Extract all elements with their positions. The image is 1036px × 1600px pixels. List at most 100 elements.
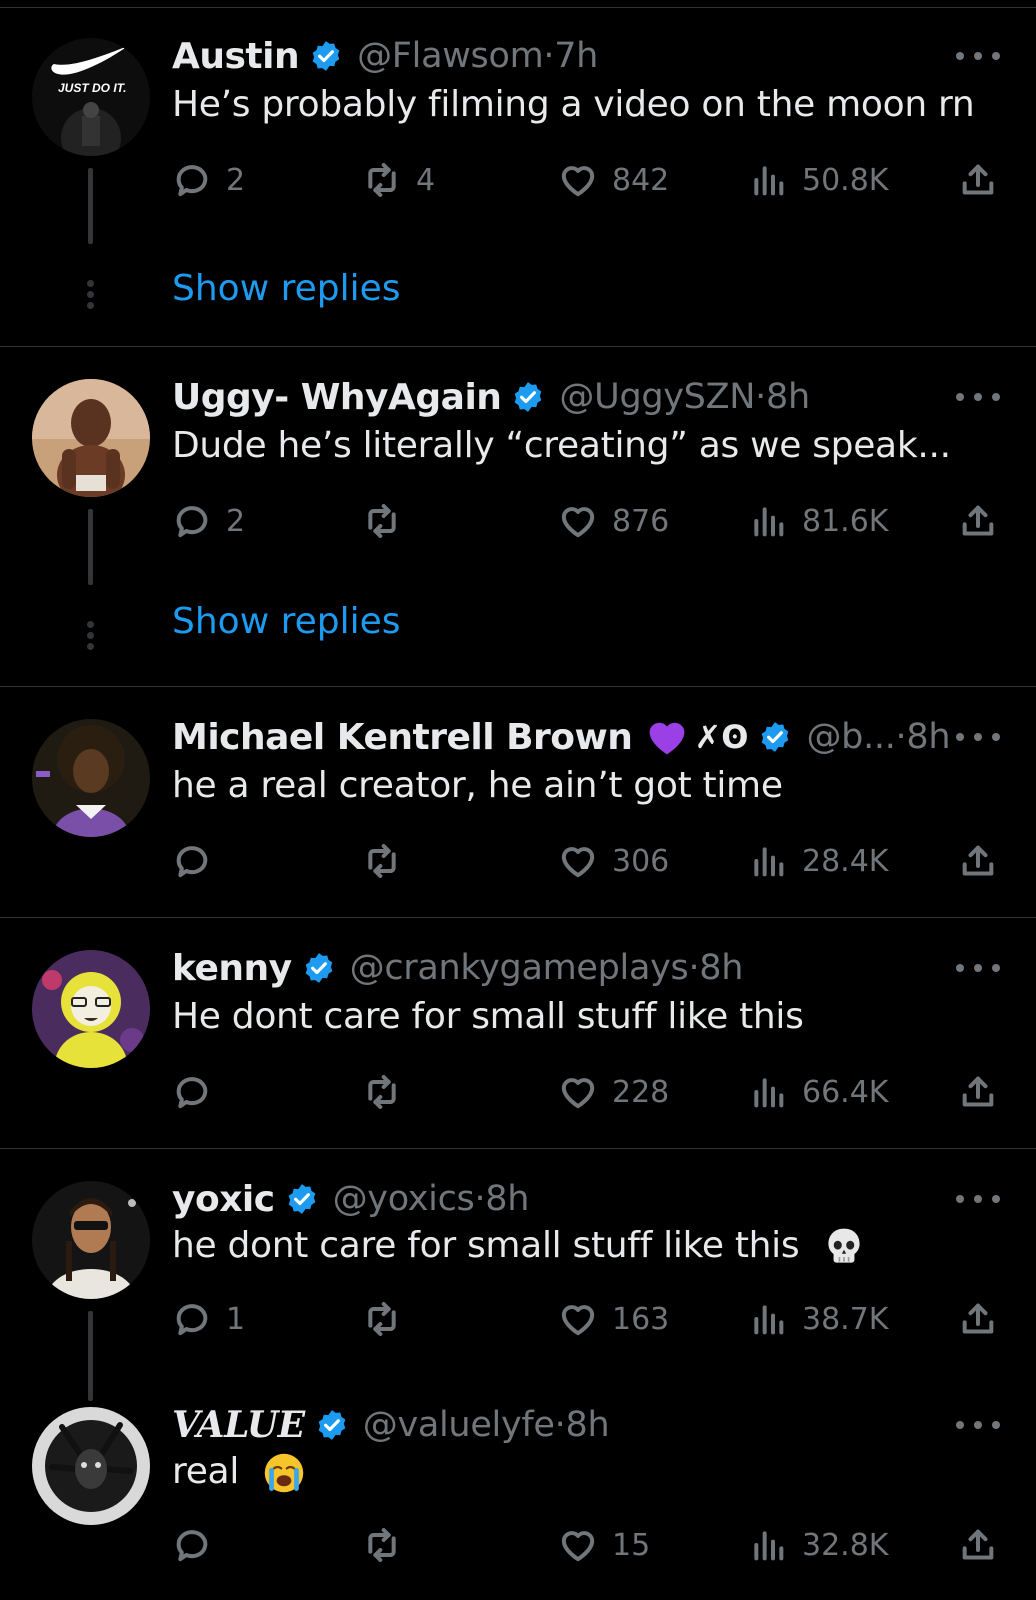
retweet-button[interactable] — [362, 497, 416, 545]
tweet-kenny[interactable]: kenny @crankygameplays ·8h He dont care … — [0, 918, 1036, 1148]
handle[interactable]: @crankygameplays — [350, 948, 689, 988]
avatar[interactable] — [32, 719, 150, 837]
share-button[interactable] — [958, 1521, 998, 1569]
views-button[interactable]: 28.4K — [748, 837, 888, 885]
purple-heart-emoji — [650, 722, 685, 755]
skull-emoji — [828, 1228, 861, 1263]
tweet-header: Austin @Flawsom ·7h — [172, 32, 598, 80]
reply-count: 2 — [226, 503, 246, 539]
retweet-button[interactable]: 4 — [362, 156, 435, 204]
more-options-icon[interactable] — [956, 729, 1000, 745]
avatar[interactable] — [32, 1407, 150, 1525]
like-count: 306 — [612, 843, 670, 879]
avatar[interactable] — [32, 1181, 150, 1299]
more-options-icon[interactable] — [956, 1191, 1000, 1207]
tweet-text: he a real creator, he ain’t got time — [172, 765, 783, 806]
more-options-icon[interactable] — [956, 48, 1000, 64]
handle[interactable]: @yoxics — [333, 1179, 475, 1219]
tweet-text: He dont care for small stuff like this — [172, 996, 804, 1037]
avatar[interactable] — [32, 379, 150, 497]
verified-badge-icon — [515, 382, 542, 412]
heart-icon — [561, 1078, 595, 1109]
reply-icon — [176, 846, 208, 878]
share-button[interactable] — [958, 1068, 998, 1116]
avatar-image — [32, 1181, 150, 1299]
views-icon — [754, 1305, 784, 1335]
retweet-button[interactable] — [362, 837, 416, 885]
avatar[interactable] — [32, 950, 150, 1068]
handle[interactable]: @Flawsom — [357, 36, 544, 76]
reply-button[interactable]: 2 — [172, 156, 245, 204]
timestamp[interactable]: ·8h — [555, 1405, 610, 1445]
retweet-button[interactable] — [362, 1521, 416, 1569]
tweet-yoxic[interactable]: yoxic @yoxics ·8h he dont care for small… — [0, 1149, 1036, 1401]
view-count: 66.4K — [802, 1074, 889, 1110]
view-count: 50.8K — [802, 162, 889, 198]
reply-button[interactable]: 1 — [172, 1295, 245, 1343]
reply-button[interactable]: 2 — [172, 497, 245, 545]
heart-icon — [561, 1305, 595, 1336]
share-button[interactable] — [958, 1295, 998, 1343]
loudly-crying-face-emoji — [264, 1453, 304, 1493]
tweet-austin[interactable]: JUST DO IT. Austin @Flawsom ·7h He’s pro… — [0, 0, 1036, 346]
show-replies-link[interactable]: Show replies — [172, 268, 401, 309]
timestamp[interactable]: ·8h — [688, 948, 743, 988]
verified-badge-icon — [288, 1184, 315, 1214]
retweet-button[interactable] — [362, 1068, 416, 1116]
handle[interactable]: @b... — [806, 717, 895, 757]
views-button[interactable]: 66.4K — [748, 1068, 888, 1116]
reply-count: 1 — [226, 1301, 246, 1337]
more-options-icon[interactable] — [956, 960, 1000, 976]
views-button[interactable]: 38.7K — [748, 1295, 888, 1343]
show-replies-link[interactable]: Show replies — [172, 601, 401, 642]
display-name[interactable]: kenny — [172, 948, 292, 989]
timestamp[interactable]: ·8h — [755, 377, 810, 417]
like-button[interactable]: 15 — [558, 1521, 650, 1569]
display-name[interactable]: yoxic — [172, 1179, 275, 1220]
display-name[interactable]: Austin — [172, 36, 300, 77]
tweet-text: he dont care for small stuff like this — [172, 1225, 800, 1266]
reply-button[interactable] — [172, 1068, 226, 1116]
timestamp[interactable]: ·7h — [543, 36, 598, 76]
display-name[interactable]: Michael Kentrell Brown — [172, 717, 633, 758]
timestamp[interactable]: ·8h — [474, 1179, 529, 1219]
like-count: 163 — [612, 1301, 670, 1337]
timestamp[interactable]: ·8h — [896, 717, 951, 757]
views-button[interactable]: 50.8K — [748, 156, 888, 204]
like-count: 876 — [612, 503, 670, 539]
reply-button[interactable] — [172, 1521, 226, 1569]
views-button[interactable]: 32.8K — [748, 1521, 888, 1569]
tweet-uggy[interactable]: Uggy- WhyAgain @UggySZN ·8h Dude he’s li… — [0, 347, 1036, 687]
verified-badge-icon — [312, 41, 340, 71]
tweet-header: VALUE @valuelyfe ·8h — [172, 1401, 610, 1449]
verified-badge-icon — [318, 1410, 346, 1440]
like-button[interactable]: 228 — [558, 1068, 669, 1116]
retweet-button[interactable] — [362, 1295, 416, 1343]
like-button[interactable]: 163 — [558, 1295, 669, 1343]
retweet-icon — [368, 1528, 396, 1562]
display-name[interactable]: VALUE — [172, 1404, 305, 1446]
tweet-michael[interactable]: Michael Kentrell Brown ✗ʘ @b... ·8h he a… — [0, 687, 1036, 917]
thread-more-dots — [87, 621, 95, 654]
share-button[interactable] — [958, 837, 998, 885]
handle[interactable]: @valuelyfe — [363, 1405, 555, 1445]
action-bar: 1 163 38.7K — [172, 1295, 1012, 1343]
tweet-text-row: real — [172, 1451, 306, 1495]
views-button[interactable]: 81.6K — [748, 497, 888, 545]
handle[interactable]: @UggySZN — [559, 377, 755, 417]
like-button[interactable]: 842 — [558, 156, 669, 204]
display-name[interactable]: Uggy- WhyAgain — [172, 377, 502, 418]
thread-line — [88, 168, 93, 244]
view-count: 81.6K — [802, 503, 889, 539]
reply-button[interactable] — [172, 837, 226, 885]
like-count: 228 — [612, 1074, 670, 1110]
like-button[interactable]: 876 — [558, 497, 669, 545]
share-button[interactable] — [958, 156, 998, 204]
tweet-value[interactable]: VALUE @valuelyfe ·8h real 15 32.8K — [0, 1375, 1036, 1600]
more-options-icon[interactable] — [956, 1417, 1000, 1433]
like-button[interactable]: 306 — [558, 837, 669, 885]
avatar[interactable]: JUST DO IT. — [32, 38, 150, 156]
more-options-icon[interactable] — [956, 389, 1000, 405]
share-button[interactable] — [958, 497, 998, 545]
reply-icon — [176, 165, 208, 197]
